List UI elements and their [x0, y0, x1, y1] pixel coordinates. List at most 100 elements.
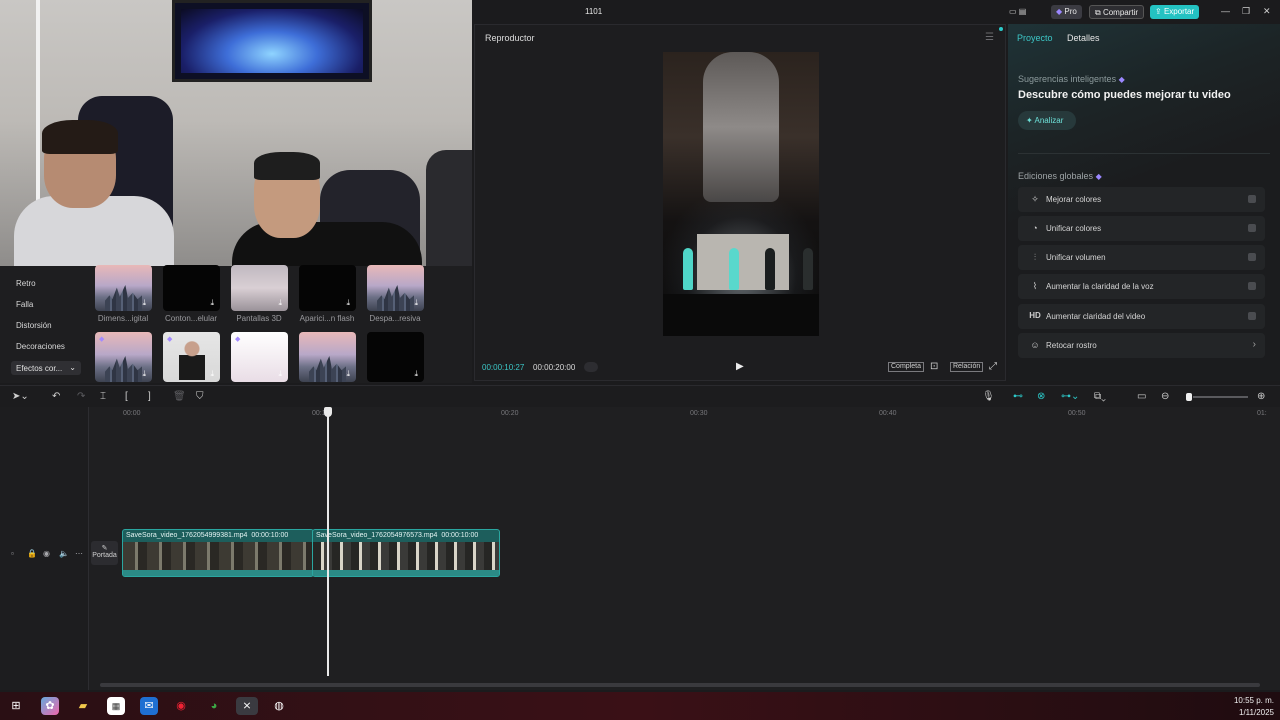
video-preview [663, 52, 819, 336]
premium-gem-icon: ◆ [235, 336, 241, 343]
effect-thumb[interactable]: ⤓ [299, 332, 356, 382]
select-tool-icon[interactable]: ➤⌄ [12, 391, 29, 402]
app-red-icon[interactable]: ◉ [172, 697, 190, 715]
download-icon[interactable]: ⤓ [210, 369, 214, 379]
duration-time: 00:00:20:00 [533, 363, 576, 372]
magnet-icon[interactable]: ⊷ [1013, 391, 1023, 402]
download-icon[interactable]: ⤓ [142, 369, 146, 379]
global-item-mejorar-colores[interactable]: ✧ Mejorar colores [1018, 187, 1265, 212]
toggle-switch[interactable] [1248, 253, 1256, 261]
split-icon[interactable]: ⌶ [100, 391, 106, 402]
obs-icon[interactable]: ◍ [270, 697, 288, 715]
link-icon[interactable]: ⊗ [1037, 391, 1045, 402]
category-retro[interactable]: Retro [16, 279, 36, 288]
more-icon[interactable]: ⋯ [75, 549, 83, 558]
timeline-scrollbar[interactable] [100, 683, 1260, 687]
zoom-in-icon[interactable]: ⊕ [1257, 391, 1265, 402]
screen-icon[interactable]: ▭ [1137, 391, 1146, 402]
effect-thumb-contorno-celular[interactable]: ⤓ [163, 265, 220, 311]
download-icon[interactable]: ⤓ [278, 298, 282, 308]
download-icon[interactable]: ⤓ [414, 298, 418, 308]
zoom-slider-handle[interactable] [1186, 393, 1192, 401]
tab-detalles[interactable]: Detalles [1067, 33, 1100, 43]
download-icon[interactable]: ⤓ [210, 298, 214, 308]
trim-right-icon[interactable]: ] [148, 391, 151, 402]
download-icon[interactable]: ⤓ [346, 369, 350, 379]
close-icon[interactable]: ✕ [1263, 6, 1271, 17]
toggle-switch[interactable] [1248, 195, 1256, 203]
video-clip-1[interactable]: SaveSora_video_1762054999381.mp4 00:00:1… [122, 529, 314, 577]
category-decoraciones[interactable]: Decoraciones [16, 342, 65, 351]
layout-icon[interactable]: ▭ ▤ [1004, 5, 1031, 19]
sliders-icon: ⫶ [1033, 252, 1037, 262]
shield-icon[interactable]: ⛉ [196, 391, 204, 402]
global-item-unificar-volumen[interactable]: ⫶ Unificar volumen [1018, 245, 1265, 270]
effect-thumb-dimension-digital[interactable]: ⤓ [95, 265, 152, 311]
global-item-claridad-voz[interactable]: ⌇ Aumentar la claridad de la voz [1018, 274, 1265, 299]
volume-icon[interactable]: 🔈 [59, 549, 69, 558]
category-falla[interactable]: Falla [16, 300, 33, 309]
eye-icon[interactable]: ◉ [43, 549, 50, 558]
category-distorsion[interactable]: Distorsión [16, 321, 52, 330]
global-item-claridad-video[interactable]: HD Aumentar claridad del video [1018, 304, 1265, 329]
taskbar [0, 692, 1280, 720]
effect-thumb-pantallas-3d[interactable]: ⤓ [231, 265, 288, 311]
ratio-button[interactable]: Relación [950, 362, 984, 372]
toggle-switch[interactable] [1248, 282, 1256, 290]
minimize-icon[interactable]: — [1221, 6, 1230, 16]
delete-icon[interactable]: 🗑 [173, 391, 186, 402]
effect-thumb[interactable]: ⤓ [367, 332, 424, 382]
download-icon[interactable]: ⤓ [142, 298, 146, 308]
global-edits-label: Ediciones globales ◆ [1018, 171, 1102, 181]
analyze-button[interactable]: ✦ Analizar [1018, 111, 1076, 130]
restore-icon[interactable]: ❐ [1242, 6, 1250, 17]
chevron-right-icon: › [1252, 339, 1256, 350]
caption-icon[interactable]: ⧉⌄ [1094, 391, 1106, 402]
tab-proyecto[interactable]: Proyecto [1017, 33, 1053, 43]
store-icon[interactable]: ▦ [107, 697, 125, 715]
chrome-icon[interactable]: ◕ [205, 697, 223, 715]
effect-thumb[interactable]: ◆ ⤓ [231, 332, 288, 382]
effect-thumb-desaparicion-progresiva[interactable]: ⤓ [367, 265, 424, 311]
share-button[interactable]: ⧉ Compartir [1089, 5, 1145, 19]
menu-icon[interactable]: ☰ [985, 32, 994, 43]
redo-icon[interactable]: ↷ [77, 391, 85, 402]
export-button[interactable]: ⇪ Exportar [1150, 5, 1200, 19]
preview-axis-icon[interactable]: ⊶⌄ [1061, 391, 1079, 402]
tv-fireplace-image [172, 0, 372, 82]
download-icon[interactable]: ⤓ [278, 369, 282, 379]
video-clip-2[interactable]: SaveSora_video_1762054976573.mp4 00:00:1… [312, 529, 500, 577]
undo-icon[interactable]: ↶ [52, 391, 60, 402]
outlook-icon[interactable]: ✉ [140, 697, 158, 715]
microphone-icon[interactable]: 🎙 [982, 391, 995, 402]
fullres-button[interactable]: Completa [888, 362, 924, 372]
effect-thumb[interactable]: ◆ ⤓ [163, 332, 220, 382]
lock-icon[interactable]: 🔒 [27, 549, 37, 558]
playhead[interactable] [327, 410, 329, 676]
play-icon[interactable]: ▶ [736, 361, 744, 372]
download-icon[interactable]: ⤓ [414, 369, 418, 379]
playhead-handle[interactable] [324, 407, 332, 417]
zoom-slider[interactable] [1193, 396, 1248, 398]
pro-button[interactable]: ◆ Pro [1051, 5, 1082, 19]
capcut-icon[interactable]: ⨯ [236, 697, 258, 715]
crop-icon[interactable]: ⊡ [930, 361, 938, 372]
copilot-icon[interactable]: ✿ [41, 697, 59, 715]
effects-category-dropdown[interactable]: Efectos cor... ⌄ [11, 361, 81, 375]
global-item-unificar-colores[interactable]: ◔ Unificar colores [1018, 216, 1265, 241]
global-item-retocar-rostro[interactable]: ☺ Retocar rostro › [1018, 333, 1265, 358]
trim-left-icon[interactable]: [ [125, 391, 128, 402]
fullscreen-icon[interactable]: ⤢ [989, 361, 997, 372]
gem-icon: ◆ [1056, 7, 1063, 16]
zoom-out-icon[interactable]: ⊖ [1161, 391, 1169, 402]
windows-start-icon[interactable]: ⊞ [7, 697, 25, 715]
download-icon[interactable]: ⤓ [346, 298, 350, 308]
timecode-toggle[interactable] [584, 362, 598, 372]
effect-thumb-aparicion-flash[interactable]: ⤓ [299, 265, 356, 311]
toggle-switch[interactable] [1248, 312, 1256, 320]
toggle-switch[interactable] [1248, 224, 1256, 232]
file-explorer-icon[interactable]: ▰ [74, 697, 92, 715]
track-select-icon[interactable]: ▫ [11, 549, 14, 558]
effect-thumb[interactable]: ◆ ⤓ [95, 332, 152, 382]
cover-button[interactable]: ✎ Portada [91, 541, 118, 565]
